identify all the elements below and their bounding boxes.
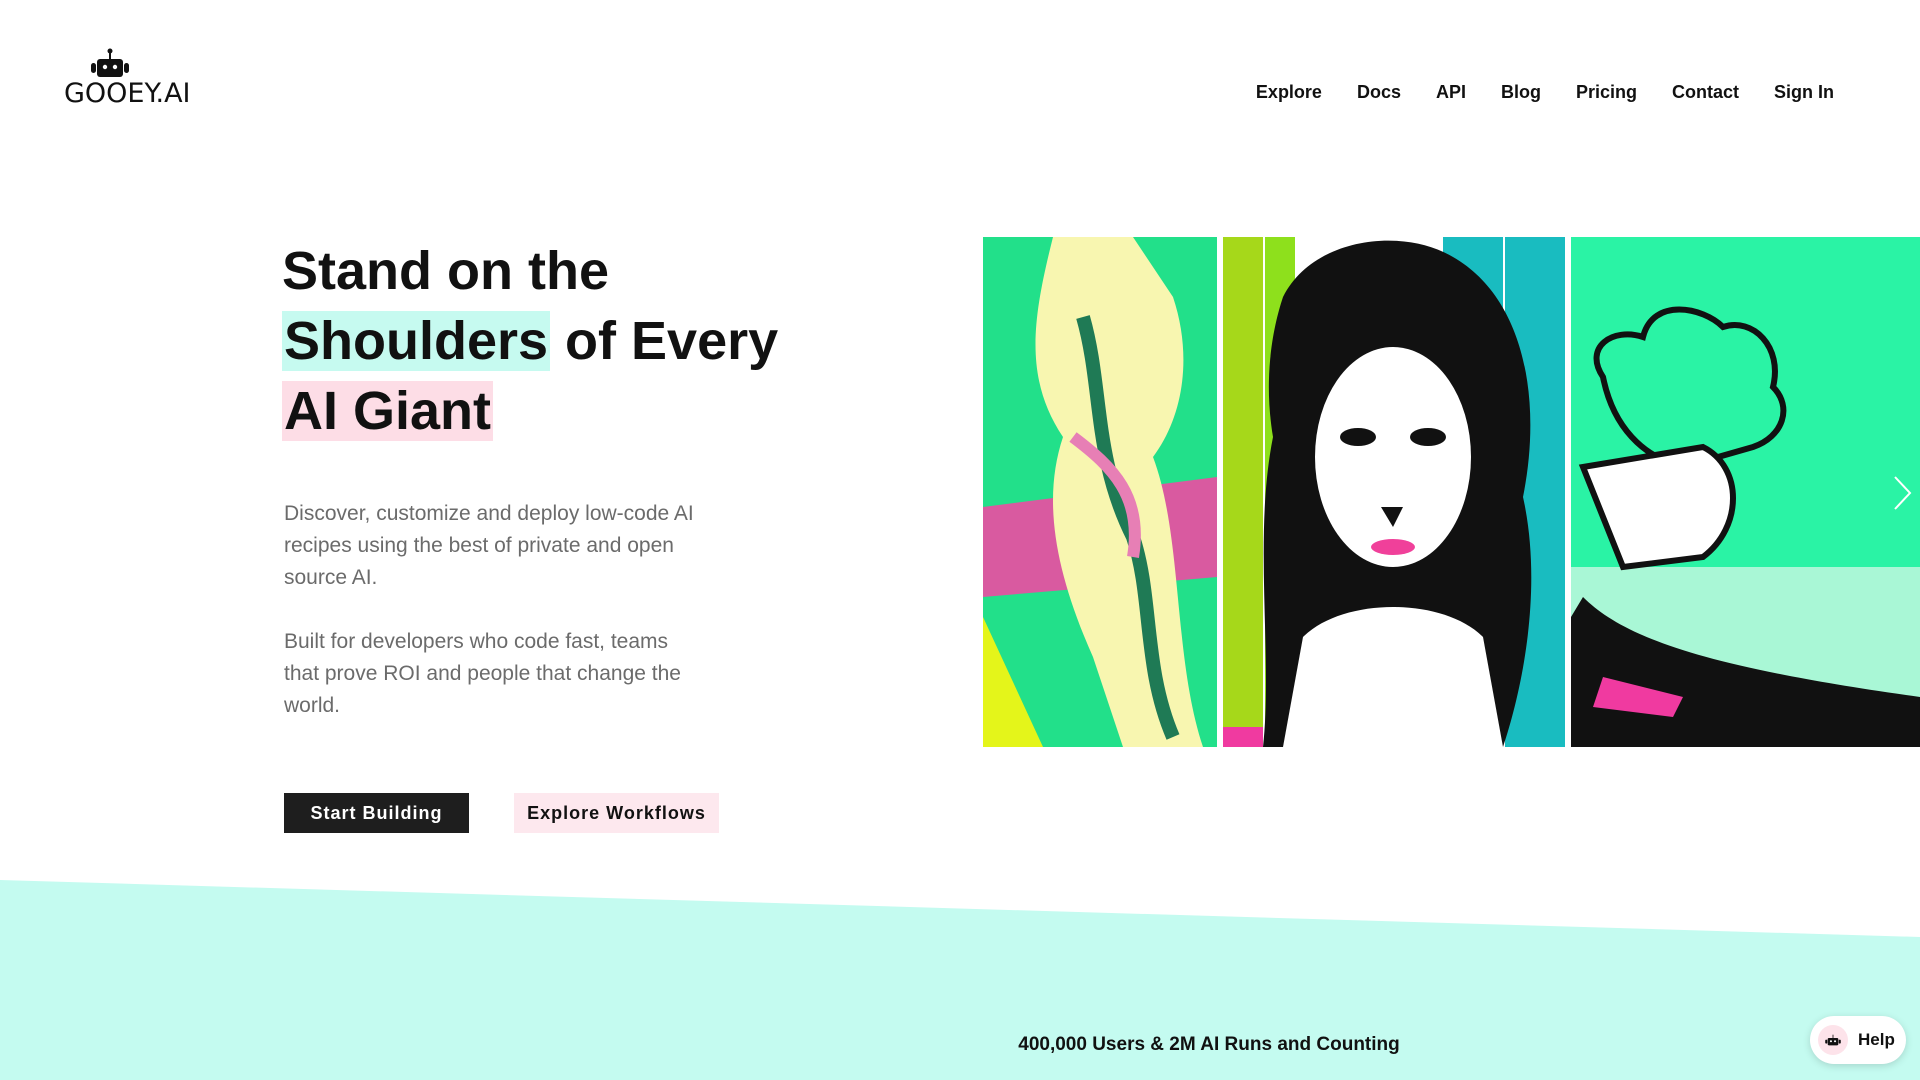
nav-blog[interactable]: Blog — [1501, 82, 1541, 103]
nav-contact[interactable]: Contact — [1672, 82, 1739, 103]
nav-pricing[interactable]: Pricing — [1576, 82, 1637, 103]
robot-icon — [91, 48, 129, 77]
hero-title: Stand on the Shoulders of Every AI Giant — [282, 236, 778, 446]
description-paragraph: Built for developers who code fast, team… — [284, 630, 681, 717]
help-button[interactable]: Help — [1810, 1016, 1906, 1064]
nav-api[interactable]: API — [1436, 82, 1466, 103]
carousel-slide-dancer — [983, 237, 1217, 747]
robot-icon — [1818, 1025, 1848, 1055]
stats-text: 400,000 Users & 2M AI Runs and Counting — [1018, 1034, 1400, 1055]
carousel-slide-figure — [1571, 237, 1920, 747]
carousel-images — [983, 237, 1920, 747]
hero-description: Discover, customize and deploy low-code … — [284, 498, 704, 754]
nav-docs[interactable]: Docs — [1357, 82, 1401, 103]
logo-text: GOOEY.AI — [64, 78, 191, 109]
chevron-right-icon[interactable] — [1892, 475, 1912, 511]
description-paragraph: Discover, customize and deploy low-code … — [284, 502, 694, 589]
nav-explore[interactable]: Explore — [1256, 82, 1322, 103]
help-label: Help — [1858, 1030, 1895, 1049]
carousel-slide-portrait — [1223, 237, 1565, 747]
title-highlight-ai-giant: AI Giant — [282, 381, 494, 441]
hero-image-carousel — [983, 237, 1920, 747]
main-nav: Explore Docs API Blog Pricing Contact Si… — [1256, 82, 1834, 103]
logo[interactable]: GOOEY.AI — [64, 48, 194, 109]
title-line-2-rest: of Every — [550, 311, 779, 371]
title-highlight-shoulders: Shoulders — [282, 311, 551, 371]
explore-workflows-button[interactable]: Explore Workflows — [514, 793, 719, 833]
title-line-1: Stand on the — [282, 241, 609, 301]
nav-sign-in[interactable]: Sign In — [1774, 82, 1834, 103]
start-building-button[interactable]: Start Building — [284, 793, 469, 833]
